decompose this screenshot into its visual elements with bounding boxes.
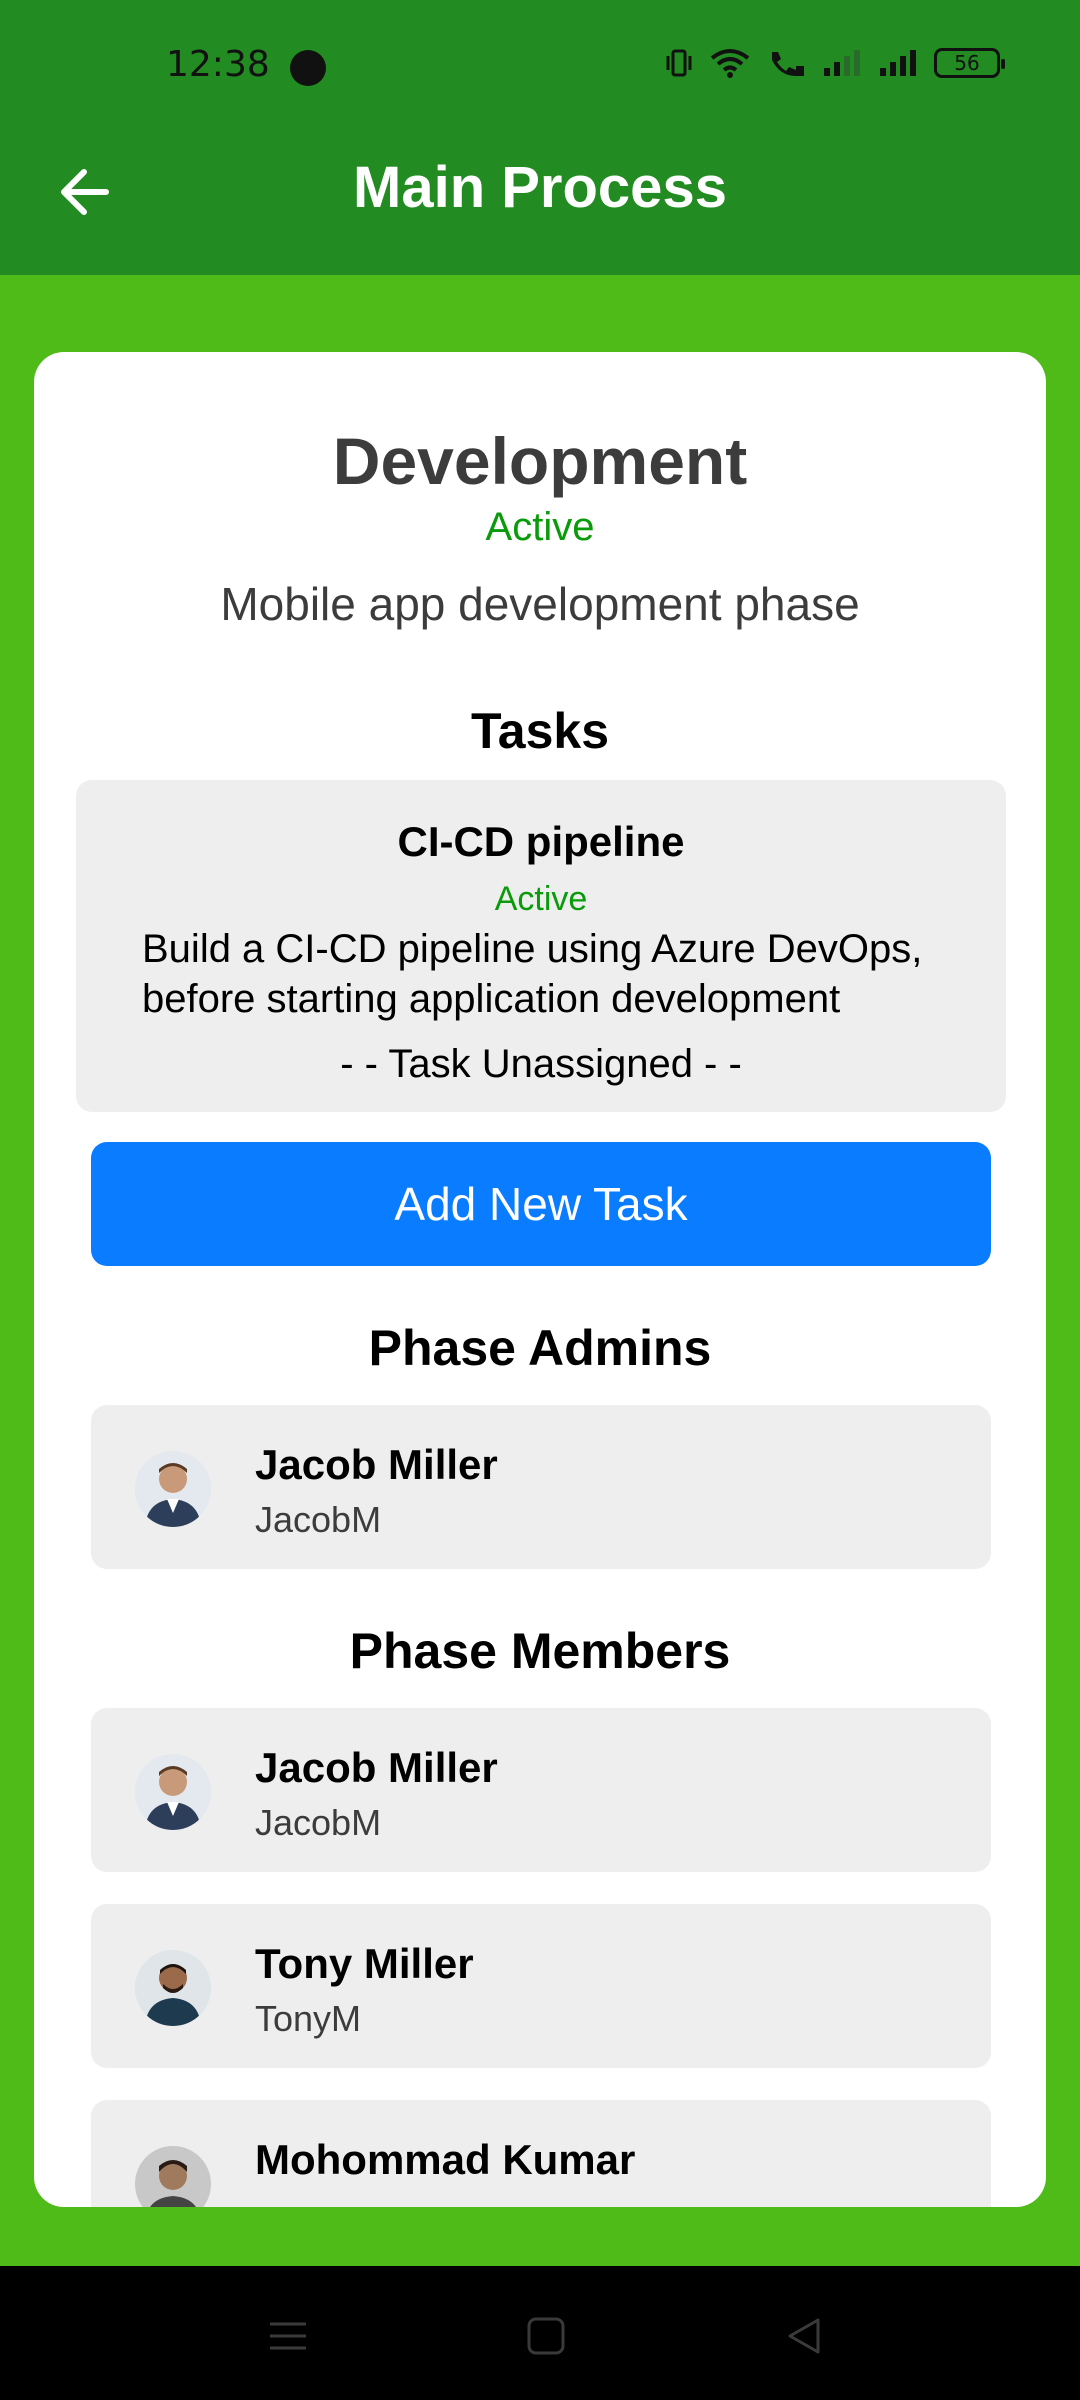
phase-status: Active xyxy=(485,505,595,549)
phase-title: Development xyxy=(332,424,748,498)
admin-list-item[interactable]: Jacob Miller JacobM xyxy=(91,1405,991,1569)
status-time: 12:38 xyxy=(166,44,270,85)
person-name: Tony Miller xyxy=(255,1940,474,1987)
phase-description: Mobile app development phase xyxy=(220,578,860,630)
person-username: JacobM xyxy=(255,1802,382,1843)
phase-admins-heading: Phase Admins xyxy=(368,1320,712,1376)
vibrate-icon xyxy=(666,49,692,77)
wifi-call-icon xyxy=(772,52,804,76)
person-name: Mohommad Kumar xyxy=(255,2136,636,2183)
member-list-item[interactable]: Jacob Miller JacobM xyxy=(91,1708,991,1872)
add-new-task-button[interactable]: Add New Task xyxy=(91,1142,991,1266)
back-triangle-icon xyxy=(788,2318,820,2354)
signal-icon-1 xyxy=(824,50,860,76)
page-title: Main Process xyxy=(353,155,727,220)
status-bar: 12:38 56 xyxy=(0,0,1080,136)
task-card[interactable]: CI-CD pipeline Active Build a CI-CD pipe… xyxy=(76,780,1006,1112)
status-icons: 56 xyxy=(664,48,1005,78)
avatar xyxy=(135,1451,211,1527)
person-name: Jacob Miller xyxy=(255,1441,498,1488)
person-username: JacobM xyxy=(255,1499,382,1540)
member-list-item[interactable]: Mohommad Kumar xyxy=(91,2100,991,2207)
system-navigation-bar xyxy=(0,2266,1080,2400)
app-bar: 12:38 56 Main Process xyxy=(0,0,1080,275)
wifi-icon xyxy=(710,49,750,78)
member-list-item[interactable]: Tony Miller TonyM xyxy=(91,1904,991,2068)
signal-icon-2 xyxy=(880,50,916,76)
avatar xyxy=(135,1950,211,2026)
task-description: Build a CI-CD pipeline using Azure DevOp… xyxy=(142,927,923,1021)
task-assignee: - - Task Unassigned - - xyxy=(340,1042,742,1086)
battery-indicator: 56 xyxy=(934,48,1005,78)
person-username: TonyM xyxy=(255,1998,362,2039)
task-status: Active xyxy=(494,880,588,918)
avatar xyxy=(135,2146,211,2207)
system-back-button[interactable] xyxy=(774,2306,834,2366)
home-icon xyxy=(527,2317,565,2355)
person-name: Jacob Miller xyxy=(255,1744,498,1791)
menu-icon xyxy=(270,2322,306,2350)
tasks-heading: Tasks xyxy=(470,703,610,759)
task-title: CI-CD pipeline xyxy=(397,818,685,865)
phase-members-heading: Phase Members xyxy=(349,1623,731,1679)
phase-details-card: Development Active Mobile app developmen… xyxy=(34,352,1046,2207)
home-button[interactable] xyxy=(516,2306,576,2366)
recent-apps-button[interactable] xyxy=(258,2306,318,2366)
avatar xyxy=(135,1754,211,1830)
notification-icon xyxy=(290,50,326,86)
